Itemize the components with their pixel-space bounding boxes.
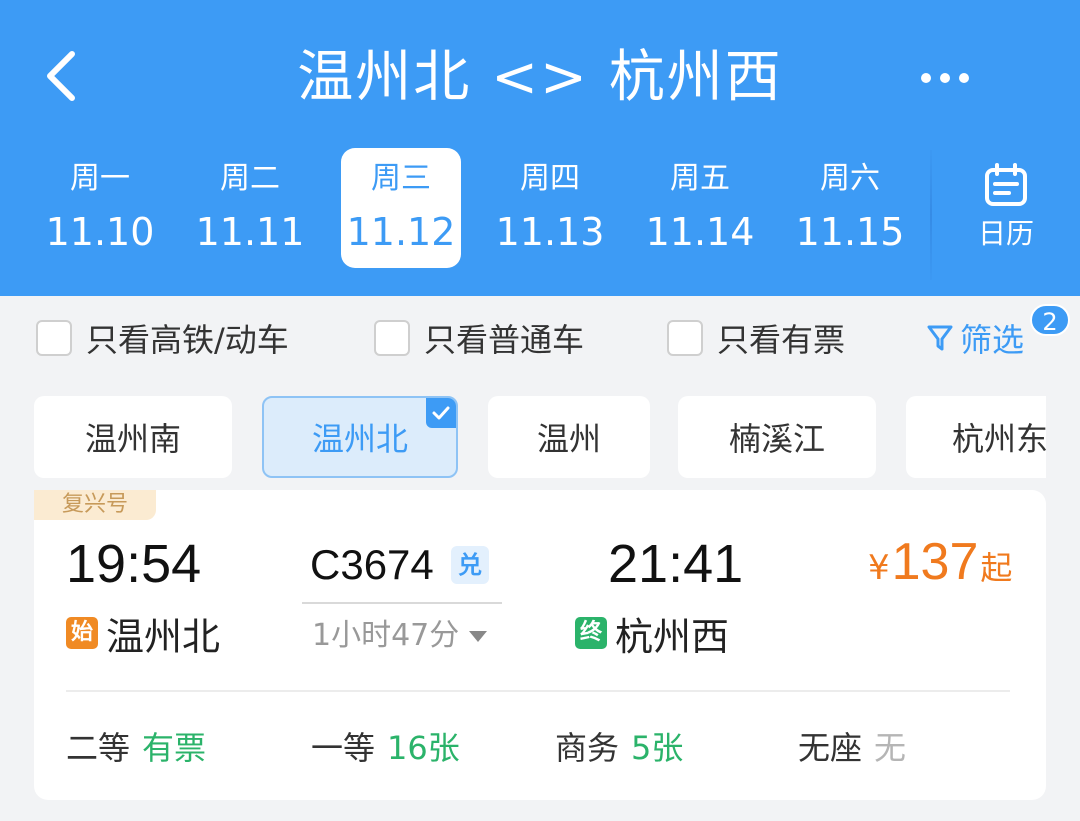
seat-status: 16张 [387, 729, 460, 767]
station-chip-bar[interactable]: 温州南 温州北 温州 楠溪江 杭州东 [34, 396, 1046, 478]
filter-high-speed-only[interactable]: 只看高铁/动车 [36, 316, 289, 360]
arrival-station-name: 杭州西 [615, 614, 730, 659]
screen-button[interactable]: 筛选 [926, 316, 1024, 360]
price-symbol: ¥ [868, 548, 890, 588]
filter-label: 只看有票 [717, 321, 846, 359]
date-tab-weekday: 周六 [820, 161, 880, 196]
date-tab-date: 11.12 [346, 210, 456, 254]
date-tab-thu[interactable]: 周四 11.13 [490, 148, 610, 268]
end-badge: 终 [575, 617, 607, 649]
seat-status: 5张 [631, 729, 684, 767]
duration-text: 1小时47分 [312, 618, 460, 653]
duration-toggle[interactable]: 1小时47分 [312, 616, 488, 656]
departure-time: 19:54 [66, 534, 202, 594]
date-tab-date: 11.10 [45, 210, 155, 254]
seat-class-label: 无座 [798, 729, 863, 767]
station-chip-selected[interactable]: 温州北 [262, 396, 458, 478]
departure-station-name: 温州北 [106, 614, 221, 659]
date-tab-weekday: 周四 [520, 161, 580, 196]
price: ¥ 137 起 [868, 532, 1012, 598]
more-dot [940, 73, 950, 83]
screen-count-badge: 2 [1030, 304, 1070, 336]
seat-business-class: 商务 5张 [555, 724, 683, 768]
date-tab-weekday: 周二 [220, 161, 280, 196]
checkbox[interactable] [374, 320, 410, 356]
seat-status: 有票 [142, 729, 207, 767]
seat-status: 无 [874, 729, 907, 767]
calendar-icon [985, 163, 1027, 206]
date-tab-tue[interactable]: 周二 11.11 [190, 148, 310, 268]
filter-label: 只看高铁/动车 [86, 321, 289, 359]
price-suffix: 起 [980, 549, 1013, 587]
date-tab-weekday: 周一 [70, 161, 130, 196]
date-tab-date: 11.11 [195, 210, 305, 254]
station-chip-label: 温州南 [84, 420, 181, 458]
date-tab-fri[interactable]: 周五 11.14 [640, 148, 760, 268]
arrival-time: 21:41 [608, 534, 744, 594]
calendar-divider [930, 150, 932, 280]
seat-second-class: 二等 有票 [66, 724, 206, 768]
date-tab-date: 11.14 [645, 210, 755, 254]
station-chip[interactable]: 温州 [488, 396, 650, 478]
seat-first-class: 一等 16张 [311, 724, 460, 768]
filter-available-only[interactable]: 只看有票 [667, 316, 845, 360]
duration-line [302, 602, 502, 604]
station-chip[interactable]: 杭州东 [906, 396, 1046, 478]
departure-station: 始 温州北 [66, 608, 221, 659]
checkbox[interactable] [667, 320, 703, 356]
seat-class-label: 一等 [311, 729, 376, 767]
top-header: 温州北 <> 杭州西 周一 11.10 周二 11.11 周三 11.12 周四… [0, 0, 1080, 296]
date-tab-mon[interactable]: 周一 11.10 [40, 148, 160, 268]
card-divider [66, 690, 1010, 692]
more-button[interactable] [910, 50, 980, 106]
more-dot [959, 73, 969, 83]
checkmark-icon [426, 398, 456, 428]
date-tab-sat[interactable]: 周六 11.15 [790, 148, 910, 268]
arrival-station: 终 杭州西 [575, 608, 730, 659]
station-chip[interactable]: 楠溪江 [678, 396, 876, 478]
screen-label: 筛选 [960, 321, 1025, 359]
train-type-tag: 复兴号 [34, 490, 156, 520]
date-tab-date: 11.15 [795, 210, 905, 254]
calendar-button[interactable]: 日历 [950, 156, 1062, 266]
date-tab-weekday: 周五 [670, 161, 730, 196]
price-amount: 137 [891, 533, 979, 591]
station-chip-label: 温州 [536, 420, 601, 458]
filter-label: 只看普通车 [424, 321, 585, 359]
more-dots-icon [921, 73, 931, 83]
station-chip-label: 温州北 [311, 420, 408, 458]
start-badge: 始 [66, 617, 98, 649]
seat-class-label: 二等 [66, 729, 131, 767]
calendar-label: 日历 [977, 217, 1034, 250]
station-chip-label: 楠溪江 [728, 420, 825, 458]
checkbox[interactable] [36, 320, 72, 356]
funnel-icon [927, 325, 953, 351]
date-tab-date: 11.13 [495, 210, 605, 254]
station-chip[interactable]: 温州南 [34, 396, 232, 478]
date-tab-wed[interactable]: 周三 11.12 [341, 148, 461, 268]
seat-no-seat: 无座 无 [798, 724, 906, 768]
filter-normal-only[interactable]: 只看普通车 [374, 316, 584, 360]
train-number: C3674 [310, 541, 434, 588]
caret-down-icon [469, 630, 488, 642]
date-tab-weekday: 周三 [371, 161, 431, 196]
station-chip-label: 杭州东 [952, 420, 1046, 458]
exchange-badge: 兑 [451, 546, 489, 584]
seat-class-label: 商务 [555, 729, 620, 767]
